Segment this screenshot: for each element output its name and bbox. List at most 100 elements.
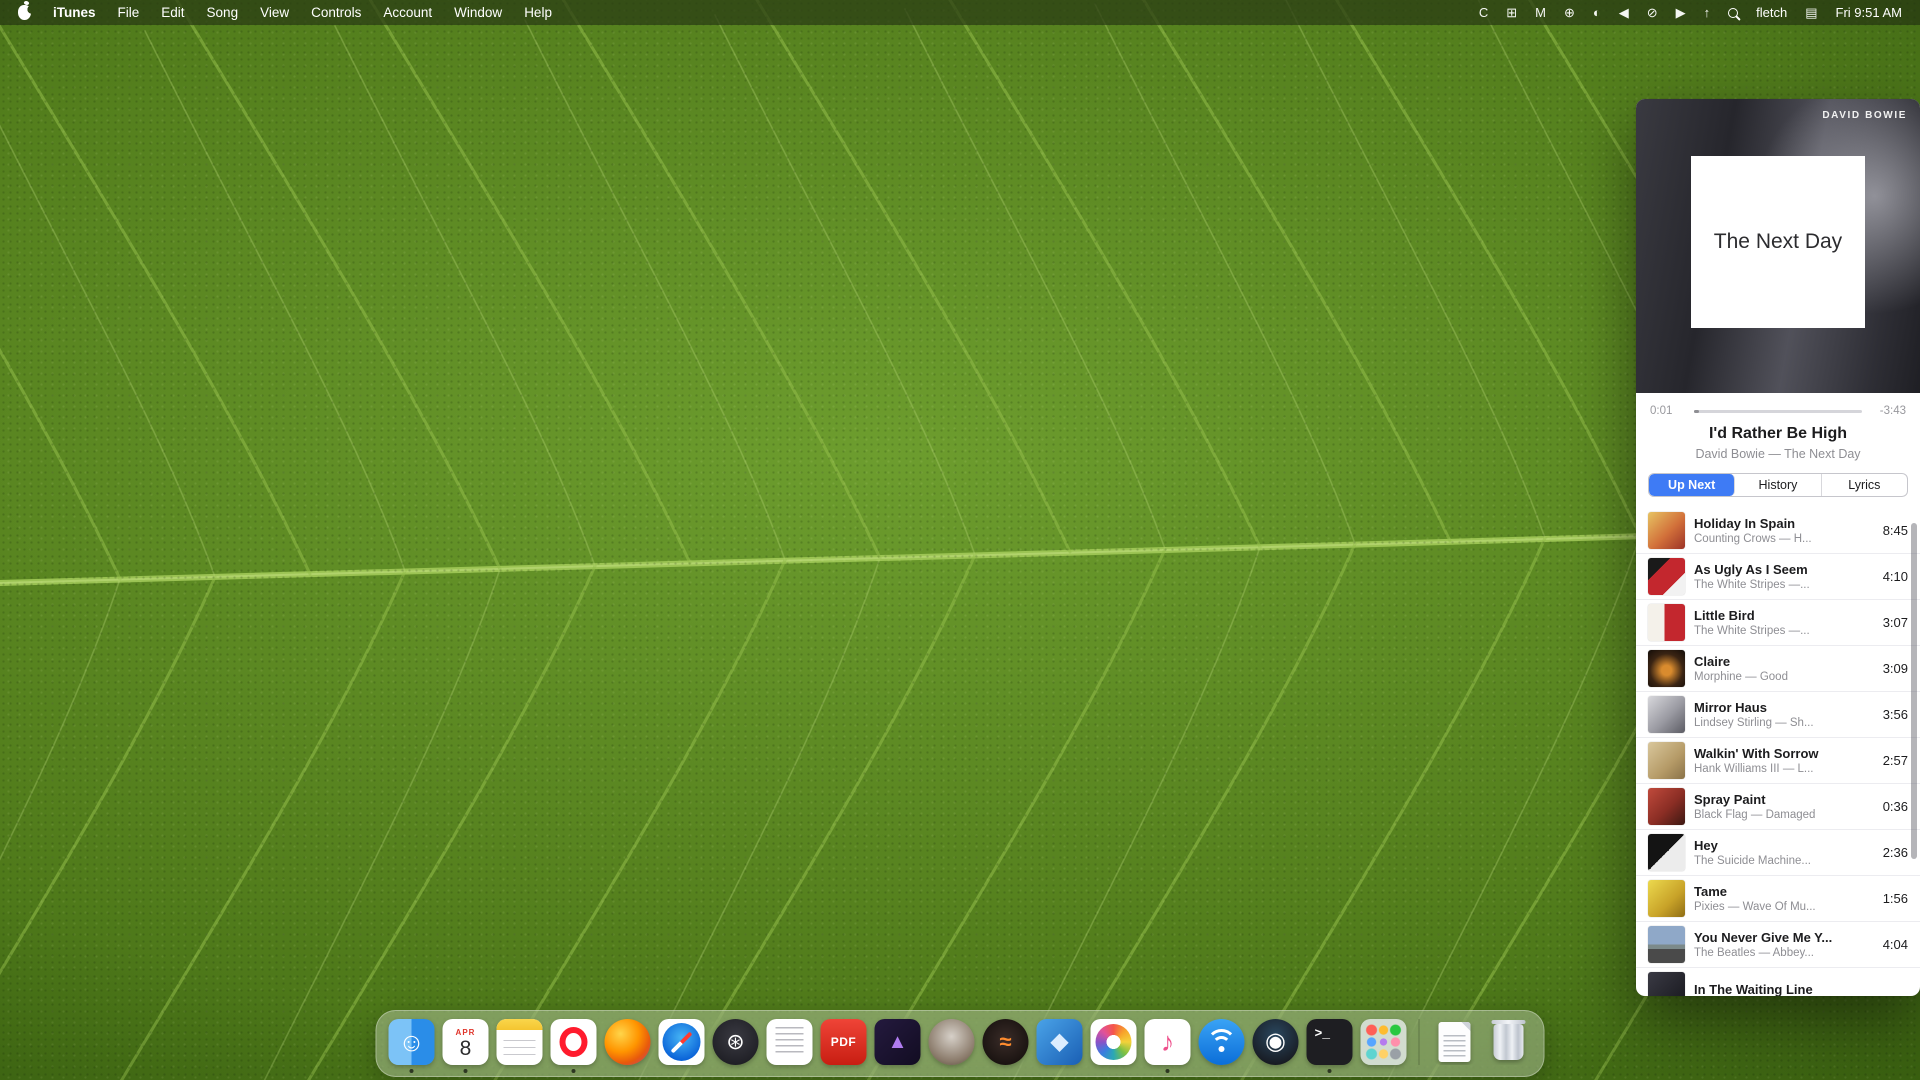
album-cover-square: The Next Day	[1691, 156, 1865, 328]
album-artwork: DAVID BOWIE The Next Day	[1636, 99, 1920, 393]
list-item[interactable]: Little Bird The White Stripes —... 3:07	[1636, 599, 1920, 645]
terminal-icon: >_	[1307, 1019, 1353, 1065]
dock-icon-textedit[interactable]	[765, 1019, 815, 1065]
list-item[interactable]: Walkin' With Sorrow Hank Williams III — …	[1636, 737, 1920, 783]
dock-icon-finder[interactable]: ☺	[387, 1019, 437, 1065]
dock-icon-safari[interactable]	[657, 1019, 707, 1065]
upload-icon[interactable]: ↑	[1704, 5, 1711, 20]
running-indicator	[572, 1069, 576, 1073]
song-duration: 8:45	[1883, 523, 1908, 538]
wifi-off-icon[interactable]: ⊘	[1647, 5, 1658, 21]
dock-icon-launchpad[interactable]	[1359, 1019, 1409, 1065]
safari-needle	[671, 1031, 693, 1053]
dock-icon-notes[interactable]	[495, 1019, 545, 1065]
accessibility-icon[interactable]: ◐	[1593, 5, 1601, 20]
song-title: Spray Paint	[1694, 792, 1874, 807]
notes-icon	[497, 1019, 543, 1065]
menu-clock[interactable]: Fri 9:51 AM	[1836, 5, 1902, 20]
mail-icon[interactable]: M	[1535, 5, 1546, 20]
menu-item-edit[interactable]: Edit	[161, 5, 184, 20]
list-item[interactable]: Mirror Haus Lindsey Stirling — Sh... 3:5…	[1636, 691, 1920, 737]
song-duration: 2:36	[1883, 845, 1908, 860]
notes-lines	[504, 1034, 536, 1060]
menu-item-account[interactable]: Account	[383, 5, 432, 20]
textedit-icon	[767, 1019, 813, 1065]
menu-item-file[interactable]: File	[118, 5, 140, 20]
menu-app-name[interactable]: iTunes	[53, 5, 96, 20]
menu-item-view[interactable]: View	[260, 5, 289, 20]
album-cover-title: The Next Day	[1714, 230, 1842, 254]
dock-icon-steam[interactable]: ◉	[1251, 1019, 1301, 1065]
dock-icon-audio-app[interactable]: ≈	[981, 1019, 1031, 1065]
dock-icon-calendar[interactable]: APR 8	[441, 1019, 491, 1065]
menu-left: iTunes File Edit Song View Controls Acco…	[18, 5, 552, 20]
finder-icon: ☺	[389, 1019, 435, 1065]
input-source-icon[interactable]: ▤	[1805, 5, 1817, 21]
list-item[interactable]: Spray Paint Black Flag — Damaged 0:36	[1636, 783, 1920, 829]
menu-item-song[interactable]: Song	[207, 5, 239, 20]
document-icon	[1432, 1019, 1478, 1065]
photos-pinwheel	[1096, 1024, 1132, 1060]
tab-up-next[interactable]: Up Next	[1649, 474, 1735, 496]
list-item[interactable]: Holiday In Spain Counting Crows — H... 8…	[1636, 507, 1920, 553]
tab-history[interactable]: History	[1735, 474, 1821, 496]
safari-compass	[663, 1023, 701, 1061]
song-info: Walkin' With Sorrow Hank Williams III — …	[1694, 746, 1874, 775]
scrollbar[interactable]	[1911, 523, 1917, 859]
wifi-dot	[1219, 1046, 1225, 1052]
trash-body	[1494, 1024, 1524, 1060]
song-info: Spray Paint Black Flag — Damaged	[1694, 792, 1874, 821]
search-icon[interactable]	[1728, 8, 1738, 18]
tab-lyrics[interactable]: Lyrics	[1822, 474, 1907, 496]
menu-item-help[interactable]: Help	[524, 5, 552, 20]
song-artist: Lindsey Stirling — Sh...	[1694, 717, 1874, 729]
dock-icon-pdf-app[interactable]: PDF	[819, 1019, 869, 1065]
dock-icon-photos[interactable]	[1089, 1019, 1139, 1065]
c-app-icon[interactable]: C	[1479, 5, 1488, 20]
list-item[interactable]: You Never Give Me Y... The Beatles — Abb…	[1636, 921, 1920, 967]
song-duration: 0:36	[1883, 799, 1908, 814]
list-item[interactable]: As Ugly As I Seem The White Stripes —...…	[1636, 553, 1920, 599]
apple-menu-icon[interactable]	[18, 5, 31, 20]
dock-icon-document[interactable]	[1430, 1019, 1480, 1065]
list-item[interactable]: Claire Morphine — Good 3:09	[1636, 645, 1920, 691]
play-icon[interactable]: ▶	[1676, 5, 1686, 21]
textedit-lines	[776, 1027, 804, 1057]
dock-icon-music[interactable]: ♪	[1143, 1019, 1193, 1065]
cube-app-icon: ◆	[1037, 1019, 1083, 1065]
progress-fill	[1694, 410, 1699, 413]
grid-icon[interactable]: ⊞	[1506, 5, 1517, 21]
globe-icon[interactable]: ⊕	[1564, 5, 1575, 21]
progress-bar[interactable]	[1694, 410, 1862, 413]
song-duration: 4:04	[1883, 937, 1908, 952]
dock-icon-affinity[interactable]: ▲	[873, 1019, 923, 1065]
menu-item-controls[interactable]: Controls	[311, 5, 361, 20]
song-artist: Counting Crows — H...	[1694, 533, 1874, 545]
calendar-day: 8	[460, 1038, 472, 1059]
dock-icon-firefox[interactable]	[603, 1019, 653, 1065]
pdf-label: PDF	[831, 1035, 857, 1049]
song-info: In The Waiting Line	[1694, 982, 1899, 996]
volume-icon[interactable]: ◀	[1619, 5, 1629, 21]
list-item[interactable]: Tame Pixies — Wave Of Mu... 1:56	[1636, 875, 1920, 921]
username[interactable]: fletch	[1756, 5, 1787, 20]
dock-icon-opera[interactable]	[549, 1019, 599, 1065]
running-indicator	[1328, 1069, 1332, 1073]
song-artist: The Suicide Machine...	[1694, 855, 1874, 867]
dock-icon-gimp[interactable]	[927, 1019, 977, 1065]
list-item[interactable]: Hey The Suicide Machine... 2:36	[1636, 829, 1920, 875]
trash-icon	[1486, 1019, 1532, 1065]
track-subtitle: David Bowie — The Next Day	[1636, 447, 1920, 461]
song-artist: The White Stripes —...	[1694, 579, 1874, 591]
dock-icon-atom-app[interactable]: ⊛	[711, 1019, 761, 1065]
elapsed-time: 0:01	[1650, 405, 1686, 417]
album-art-thumb	[1648, 926, 1685, 963]
dock-icon-wifi-app[interactable]	[1197, 1019, 1247, 1065]
album-art-thumb	[1648, 834, 1685, 871]
dock-icon-cube-app[interactable]: ◆	[1035, 1019, 1085, 1065]
song-info: Tame Pixies — Wave Of Mu...	[1694, 884, 1874, 913]
dock-icon-trash[interactable]	[1484, 1019, 1534, 1065]
list-item[interactable]: In The Waiting Line	[1636, 967, 1920, 996]
dock-icon-terminal[interactable]: >_	[1305, 1019, 1355, 1065]
menu-item-window[interactable]: Window	[454, 5, 502, 20]
